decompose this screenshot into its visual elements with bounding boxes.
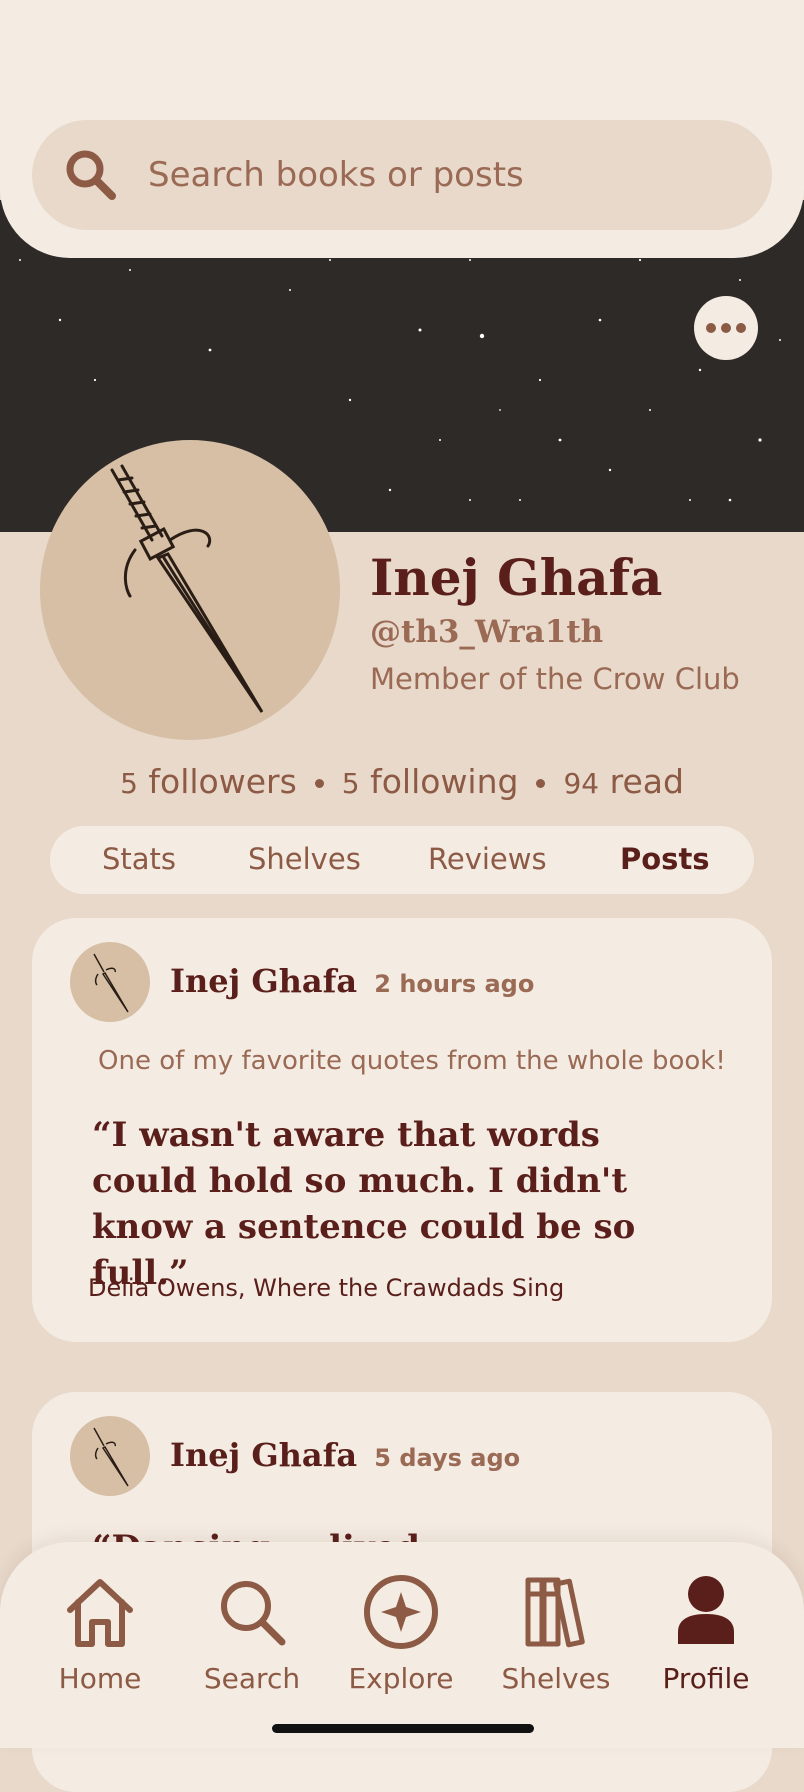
more-dot-icon — [706, 323, 716, 333]
person-icon — [678, 1576, 734, 1644]
more-options-button[interactable] — [694, 296, 758, 360]
profile-bio: Member of the Crow Club — [370, 662, 740, 696]
nav-home-label: Home — [58, 1662, 142, 1695]
profile-name: Inej Ghafa — [370, 548, 663, 607]
post-caption: One of my favorite quotes from the whole… — [98, 1046, 726, 1076]
tab-stats[interactable]: Stats — [102, 842, 176, 876]
search-icon — [221, 1581, 286, 1646]
home-icon — [67, 1579, 133, 1647]
nav-profile[interactable]: Profile — [636, 1572, 776, 1695]
nav-search-label: Search — [203, 1662, 301, 1695]
more-dot-icon — [736, 323, 746, 333]
post-author-name-text: Inej Ghafa — [170, 1436, 358, 1474]
separator-dot — [536, 779, 546, 788]
tab-reviews[interactable]: Reviews — [428, 842, 547, 876]
profile-avatar[interactable] — [40, 440, 340, 740]
post-timestamp: 5 days ago — [374, 1444, 521, 1472]
more-dot-icon — [721, 323, 731, 333]
search-icon — [66, 150, 116, 200]
read-count: 94 — [563, 767, 600, 800]
search-bar[interactable] — [32, 120, 772, 230]
following-label: following — [370, 762, 519, 801]
nav-shelves-label: Shelves — [501, 1662, 611, 1695]
post-quote: “I wasn't aware that words could hold so… — [92, 1115, 636, 1293]
dagger-icon — [93, 953, 129, 1013]
nav-profile-label: Profile — [662, 1662, 750, 1695]
nav-shelves[interactable]: Shelves — [486, 1572, 626, 1695]
post-card[interactable]: Inej Ghafa 2 hours ago One of my favorit… — [32, 918, 772, 1342]
nav-home[interactable]: Home — [30, 1572, 170, 1695]
dagger-icon — [93, 1427, 129, 1487]
followers-link[interactable]: 5 followers — [120, 762, 297, 801]
bottom-navigation: Home Search Explore Shelves Profile — [0, 1542, 804, 1748]
separator-dot — [314, 779, 324, 788]
nav-explore[interactable]: Explore — [331, 1572, 471, 1695]
post-author-avatar[interactable] — [70, 1416, 150, 1496]
follow-stats: 5 followers 5 following 94 read — [0, 762, 804, 801]
post-author-name-text: Inej Ghafa — [170, 962, 358, 1000]
profile-handle: @th3_Wra1th — [370, 614, 604, 650]
tab-posts[interactable]: Posts — [620, 842, 710, 876]
following-link[interactable]: 5 following — [342, 762, 519, 801]
followers-label: followers — [148, 762, 297, 801]
nav-search[interactable]: Search — [182, 1572, 322, 1695]
nav-explore-label: Explore — [348, 1662, 454, 1695]
dagger-icon — [110, 464, 264, 713]
books-icon — [525, 1577, 585, 1648]
tab-shelves[interactable]: Shelves — [248, 842, 361, 876]
compass-icon — [364, 1575, 438, 1649]
post-timestamp: 2 hours ago — [374, 970, 535, 998]
search-panel — [0, 0, 804, 258]
read-link[interactable]: 94 read — [563, 762, 683, 801]
home-indicator[interactable] — [272, 1724, 534, 1733]
search-input[interactable] — [146, 154, 730, 196]
post-author-avatar[interactable] — [70, 942, 150, 1022]
post-author-name: Inej Ghafa 2 hours ago — [170, 962, 534, 1000]
post-author-name: Inej Ghafa 5 days ago — [170, 1436, 520, 1474]
read-label: read — [609, 762, 684, 801]
profile-tabs: Stats Shelves Reviews Posts — [50, 826, 754, 894]
followers-count: 5 — [120, 767, 138, 800]
following-count: 5 — [341, 767, 360, 800]
quote-attribution: Delia Owens, Where the Crawdads Sing — [88, 1274, 565, 1302]
